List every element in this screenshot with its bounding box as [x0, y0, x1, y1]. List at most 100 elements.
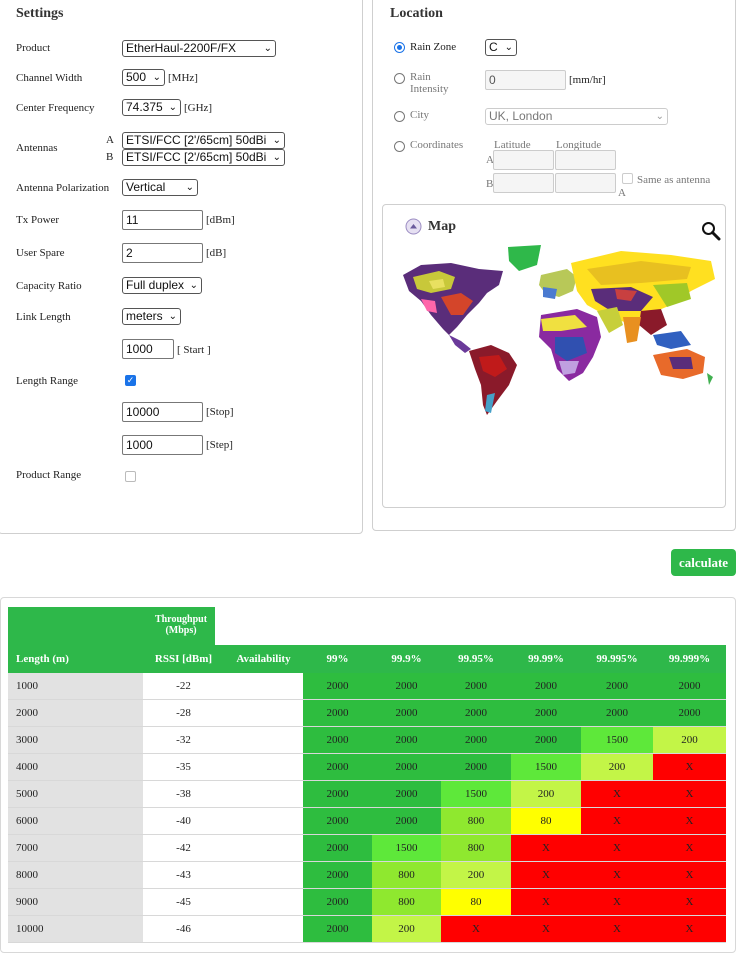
city-radio[interactable] [394, 111, 405, 122]
antenna-polarization-select[interactable]: Vertical ⌄ [122, 179, 198, 196]
throughput-cell: 1500 [581, 727, 653, 753]
throughput-cell: 200 [372, 916, 441, 942]
rain-intensity-radio[interactable] [394, 73, 405, 84]
throughput-cell: 2000 [441, 673, 511, 699]
chevron-down-icon: ⌄ [504, 42, 513, 53]
coordinates-radio[interactable] [394, 141, 405, 152]
chevron-down-icon: ⌄ [168, 102, 177, 113]
length-cell: 10000 [8, 916, 143, 942]
availability-cell [224, 727, 303, 753]
availability-cell [224, 754, 303, 780]
rain-zone-world-map[interactable] [391, 245, 719, 429]
antenna-b-value: ETSI/FCC [2'/65cm] 50dBi [126, 150, 267, 164]
column-header: Availability [236, 653, 291, 665]
link-length-label: Link Length [16, 311, 71, 323]
table-row: 7000 -42 2000 1500 800 X X X [8, 835, 726, 862]
availability-cell [224, 673, 303, 699]
throughput-cell: 800 [441, 808, 511, 834]
link-length-select[interactable]: meters ⌄ [122, 308, 181, 325]
throughput-cell: X [581, 808, 653, 834]
rain-zone-select[interactable]: C ⌄ [485, 39, 517, 56]
rain-intensity-unit: [mm/hr] [569, 74, 606, 86]
channel-width-value: 500 [126, 70, 147, 84]
link-length-value: meters [126, 309, 163, 323]
channel-width-label: Channel Width [16, 72, 83, 84]
row-divider [8, 942, 726, 943]
table-header-row: Length (m) RSSI [dBm] Availability 99% 99.9%… [8, 645, 726, 673]
tx-power-input[interactable]: 11 [122, 210, 203, 230]
length-step-input[interactable]: 1000 [122, 435, 203, 455]
length-cell: 1000 [8, 673, 143, 699]
capacity-ratio-select[interactable]: Full duplex ⌄ [122, 277, 202, 294]
coord-a-latitude-input[interactable] [493, 150, 554, 170]
length-stop-input[interactable]: 10000 [122, 402, 203, 422]
zoom-icon[interactable] [701, 221, 721, 241]
column-header: 99.95% [458, 653, 494, 665]
throughput-cell: X [653, 916, 726, 942]
rain-intensity-label-line2: Intensity [410, 83, 449, 95]
availability-cell [224, 700, 303, 726]
map-label: Map [428, 219, 456, 234]
length-stop-unit: [Stop] [206, 406, 234, 418]
user-spare-input[interactable]: 2 [122, 243, 203, 263]
coord-a-longitude-input[interactable] [555, 150, 616, 170]
tx-power-unit: [dBm] [206, 214, 235, 226]
length-cell: 3000 [8, 727, 143, 753]
table-row: 9000 -45 2000 800 80 X X X [8, 889, 726, 916]
throughput-cell: 2000 [372, 754, 441, 780]
column-header: 99% [326, 653, 349, 665]
channel-width-select[interactable]: 500 ⌄ [122, 69, 165, 86]
availability-cell [224, 808, 303, 834]
rssi-cell: -38 [176, 788, 191, 800]
coord-b-longitude-input[interactable] [555, 173, 616, 193]
table-row: 10000 -46 2000 200 X X X X [8, 916, 726, 943]
rssi-cell: -46 [176, 923, 191, 935]
calculate-button[interactable]: calculate [671, 549, 736, 576]
city-select[interactable]: UK, London ⌄ [485, 108, 668, 125]
throughput-cell: X [653, 862, 726, 888]
coord-b-latitude-input[interactable] [493, 173, 554, 193]
antenna-polarization-label: Antenna Polarization [16, 182, 110, 194]
table-row: 2000 -28 2000 2000 2000 2000 2000 2000 [8, 700, 726, 727]
column-header: 99.9% [391, 653, 422, 665]
throughput-cell: 2000 [511, 673, 581, 699]
same-as-antenna-checkbox[interactable] [622, 173, 633, 184]
capacity-ratio-value: Full duplex [126, 278, 185, 292]
throughput-cell: 2000 [372, 781, 441, 807]
throughput-cell: X [653, 754, 726, 780]
product-select[interactable]: EtherHaul-2200F/FX ⌄ [122, 40, 276, 57]
throughput-cell: 1500 [511, 754, 581, 780]
throughput-cell: 2000 [303, 889, 372, 915]
product-range-checkbox[interactable] [125, 471, 136, 482]
city-label: City [410, 109, 429, 121]
center-frequency-label: Center Frequency [16, 102, 95, 114]
center-frequency-value: 74.375 [126, 100, 163, 114]
availability-cell [224, 862, 303, 888]
antenna-a-select[interactable]: ETSI/FCC [2'/65cm] 50dBi ⌄ [122, 132, 285, 149]
rssi-cell: -35 [176, 761, 191, 773]
length-range-checkbox[interactable]: ✓ [125, 375, 136, 386]
rain-zone-radio[interactable] [394, 42, 405, 53]
throughput-cell: 200 [441, 862, 511, 888]
length-cell: 2000 [8, 700, 143, 726]
length-start-input[interactable]: 1000 [122, 339, 174, 359]
tx-power-label: Tx Power [16, 214, 60, 226]
antenna-b-select[interactable]: ETSI/FCC [2'/65cm] 50dBi ⌄ [122, 149, 285, 166]
rain-intensity-input[interactable]: 0 [485, 70, 566, 90]
rain-zone-value: C [489, 40, 498, 54]
throughput-cell: X [581, 862, 653, 888]
throughput-cell: 80 [511, 808, 581, 834]
length-cell: 4000 [8, 754, 143, 780]
map-collapse-toggle[interactable] [405, 218, 422, 235]
throughput-header-label: Throughput (Mbps) [154, 614, 208, 636]
throughput-cell: 2000 [372, 808, 441, 834]
product-label: Product [16, 42, 51, 54]
length-cell: 7000 [8, 835, 143, 861]
throughput-cell: 2000 [372, 727, 441, 753]
chevron-down-icon: ⌄ [189, 280, 198, 291]
throughput-cell: 2000 [372, 700, 441, 726]
throughput-cell: 2000 [303, 835, 372, 861]
center-frequency-select[interactable]: 74.375 ⌄ [122, 99, 181, 116]
table-row: 1000 -22 2000 2000 2000 2000 2000 2000 [8, 673, 726, 700]
length-cell: 8000 [8, 862, 143, 888]
